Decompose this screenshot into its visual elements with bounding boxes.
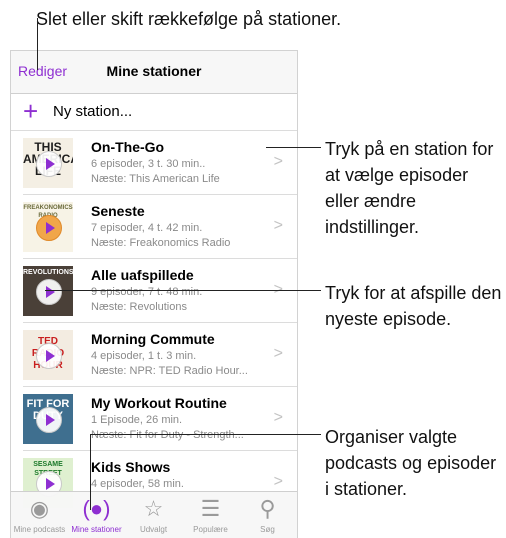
station-episodes: 4 episoder, 1 t. 3 min.: [91, 350, 197, 362]
station-episodes: 9 episoder, 7 t. 48 min.: [91, 286, 203, 298]
station-icon: (●): [82, 496, 111, 521]
tab-soeg[interactable]: ⚲ Søg: [239, 492, 296, 538]
callout-play-latest: Tryk for at afspille den nyeste episode.: [325, 283, 502, 329]
navigation-bar: Rediger Mine stationer: [11, 51, 297, 94]
play-icon[interactable]: [36, 151, 62, 177]
star-icon: ☆: [143, 496, 164, 521]
station-episodes: 1 Episode, 26 min.: [91, 414, 183, 426]
station-next: Næste: Freakonomics Radio: [91, 237, 231, 249]
chevron-right-icon: >: [273, 473, 283, 490]
play-icon[interactable]: [36, 343, 62, 369]
tab-mine-podcasts[interactable]: ◉ Mine podcasts: [11, 492, 68, 538]
station-next: Næste: Revolutions: [91, 301, 187, 313]
chevron-right-icon: >: [273, 217, 283, 234]
callout-line-station: [266, 147, 321, 148]
page-title: Mine stationer: [106, 63, 202, 79]
chevron-right-icon: >: [273, 345, 283, 362]
station-row-my-workout-routine[interactable]: FIT FOR DUTY My Workout Routine 1 Episod…: [11, 387, 297, 451]
station-episodes: 7 episoder, 4 t. 42 min.: [91, 222, 203, 234]
tab-mine-stationer[interactable]: (●) Mine stationer: [68, 492, 125, 538]
callout-edit: Slet eller skift rækkefølge på stationer…: [36, 9, 342, 29]
new-station-label: Ny station...: [53, 103, 133, 120]
play-icon[interactable]: [36, 279, 62, 305]
chevron-right-icon: >: [273, 409, 283, 426]
station-title: Kids Shows: [91, 459, 171, 475]
new-station-button[interactable]: + Ny station...: [11, 94, 297, 131]
station-row-seneste[interactable]: FREAKONOMICS RADIO Seneste 7 episoder, 4…: [11, 195, 297, 259]
station-next: Næste: NPR: TED Radio Hour...: [91, 365, 248, 377]
station-artwork: FREAKONOMICS RADIO: [23, 202, 73, 252]
search-icon: ⚲: [259, 496, 276, 521]
tab-populaere[interactable]: ☰ Populære: [182, 492, 239, 538]
station-title: My Workout Routine: [91, 395, 227, 411]
chevron-right-icon: >: [273, 153, 283, 170]
station-episodes: 6 episoder, 3 t. 30 min..: [91, 158, 206, 170]
callout-line-organize-vertical: [90, 434, 91, 510]
station-row-alle-uafspillede[interactable]: REVOLUTIONS Alle uafspillede 9 episoder,…: [11, 259, 297, 323]
station-artwork: FIT FOR DUTY: [23, 394, 73, 444]
callout-line-play: [45, 290, 321, 291]
station-artwork: THIS AMERICAN LIFE: [23, 138, 73, 188]
play-icon[interactable]: [36, 215, 62, 241]
station-title: On-The-Go: [91, 139, 165, 155]
podcasts-screen: Rediger Mine stationer + Ny station... T…: [10, 50, 298, 538]
station-next: Næste: This American Life: [91, 173, 220, 185]
station-title: Seneste: [91, 203, 145, 219]
callout-tap-station: Tryk på en station for at vælge episoder…: [325, 139, 494, 237]
plus-icon: +: [23, 96, 39, 126]
artwork-label: REVOLUTIONS: [23, 269, 73, 276]
podcast-icon: ◉: [29, 496, 50, 521]
station-row-morning-commute[interactable]: TED RADIO HOUR Morning Commute 4 episode…: [11, 323, 297, 387]
tab-udvalgt[interactable]: ☆ Udvalgt: [125, 492, 182, 538]
tab-bar: ◉ Mine podcasts (●) Mine stationer ☆ Udv…: [11, 491, 297, 538]
station-next: Næste: Fit for Duty - Strength...: [91, 429, 244, 441]
station-row-on-the-go[interactable]: THIS AMERICAN LIFE On-The-Go 6 episoder,…: [11, 131, 297, 195]
station-episodes: 4 episoder, 58 min.: [91, 478, 184, 490]
callout-line-edit: [37, 18, 38, 70]
tab-label: Søg: [260, 525, 275, 534]
station-title: Morning Commute: [91, 331, 215, 347]
station-artwork: TED RADIO HOUR: [23, 330, 73, 380]
callout-line-organize: [90, 434, 321, 435]
station-artwork: REVOLUTIONS: [23, 266, 73, 316]
list-icon: ☰: [200, 496, 221, 521]
station-title: Alle uafspillede: [91, 267, 194, 283]
callout-organize: Organiser valgte podcasts og episoder i …: [325, 427, 497, 499]
play-icon[interactable]: [36, 407, 62, 433]
